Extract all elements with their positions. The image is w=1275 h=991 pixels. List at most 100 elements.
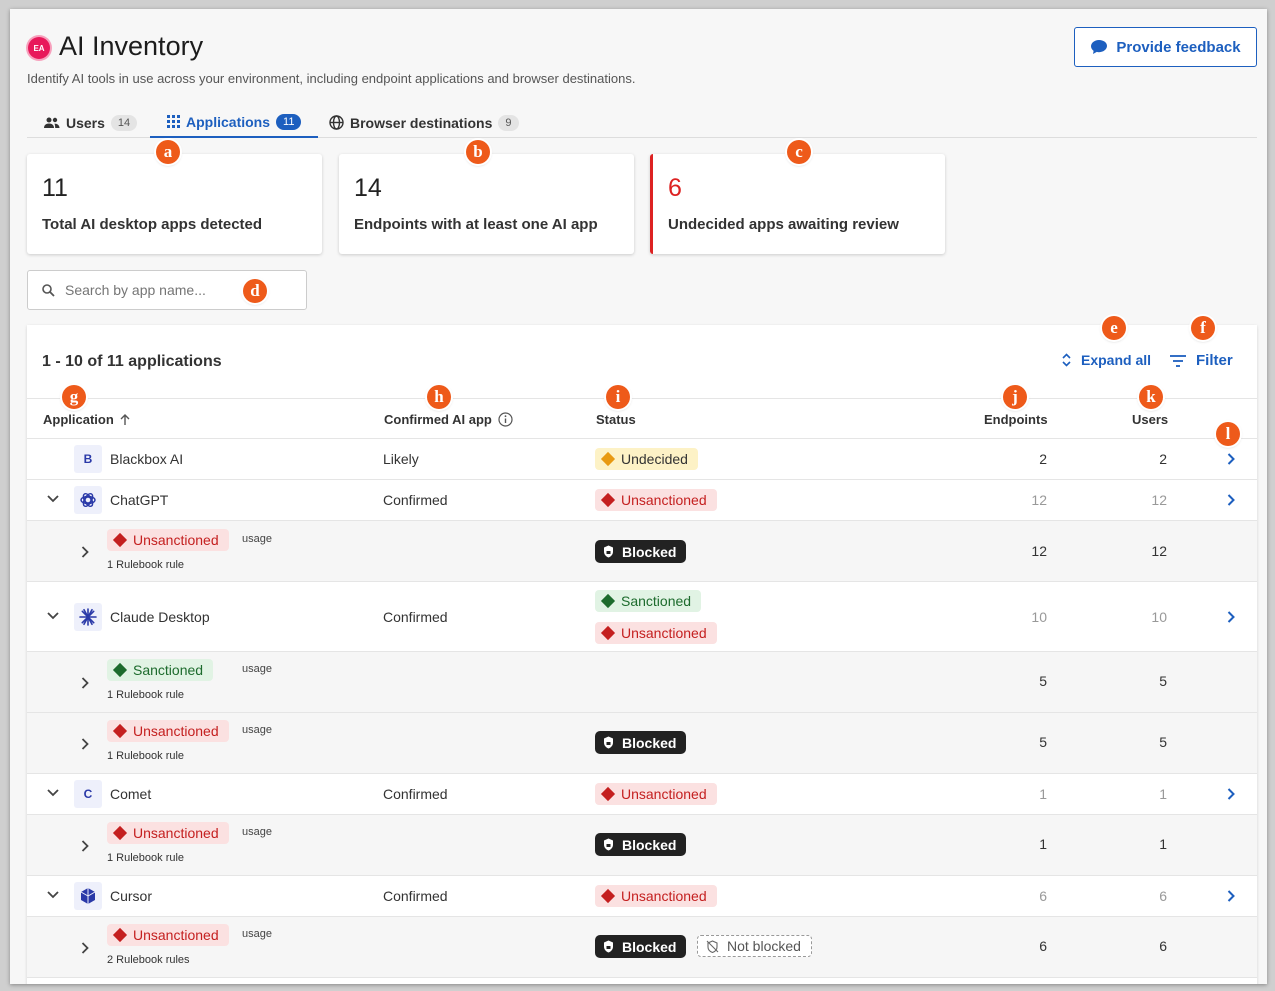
table-row-rule[interactable]: Unsanctioned usage 2 Rulebook rules Bloc… — [27, 917, 1257, 978]
chevron-right-icon[interactable] — [1227, 890, 1235, 902]
search-input[interactable] — [65, 282, 265, 298]
stat-card-endpoints: 14 Endpoints with at least one AI app — [339, 154, 634, 254]
stat-label: Undecided apps awaiting review — [668, 216, 899, 233]
app-name: Comet — [110, 786, 152, 802]
blocked-badge: Blocked — [595, 833, 687, 856]
users-value: 5 — [1159, 734, 1167, 750]
policy-badge: Unsanctioned — [107, 529, 229, 551]
expand-collapse-icon — [1062, 353, 1071, 367]
stat-card-total-apps: 11 Total AI desktop apps detected — [27, 154, 322, 254]
column-status-label: Status — [596, 412, 636, 427]
column-status[interactable]: Status — [596, 412, 636, 427]
chevron-right-icon[interactable] — [1227, 494, 1235, 506]
shield-off-icon — [706, 939, 719, 953]
confirmed-value: Confirmed — [383, 888, 448, 904]
status-label: Unsanctioned — [621, 625, 707, 641]
chevron-down-icon[interactable] — [47, 612, 59, 620]
chevron-right-icon[interactable] — [81, 942, 89, 954]
users-value: 1 — [1159, 836, 1167, 852]
chevron-right-icon[interactable] — [81, 546, 89, 558]
comet-logo-icon: C — [74, 780, 102, 808]
chevron-right-icon[interactable] — [81, 677, 89, 689]
policy-label: Unsanctioned — [133, 825, 219, 841]
column-application[interactable]: Application — [43, 412, 130, 427]
info-icon[interactable] — [498, 412, 513, 427]
annotation-marker-k: k — [1139, 385, 1163, 409]
chevron-down-icon[interactable] — [47, 495, 59, 503]
endpoints-value: 1 — [1039, 836, 1047, 852]
column-users[interactable]: Users — [1132, 412, 1168, 427]
status-label: Sanctioned — [621, 593, 692, 609]
cursor-logo-icon — [74, 882, 102, 910]
table-row-rule[interactable]: Unsanctioned usage 1 Rulebook rule Block… — [27, 713, 1257, 774]
ea-logo-icon: EA — [28, 37, 50, 59]
tab-applications-label: Applications — [186, 113, 271, 130]
annotation-marker-a: a — [156, 140, 180, 164]
column-confirmed[interactable]: Confirmed AI app — [384, 412, 513, 427]
annotation-marker-c: c — [787, 140, 811, 164]
endpoints-value: 6 — [1039, 888, 1047, 904]
endpoints-value: 10 — [1031, 609, 1047, 625]
endpoints-value: 2 — [1039, 451, 1047, 467]
endpoints-value: 12 — [1031, 543, 1047, 559]
view-tabs: Users 14 Applications 11 Browser destina… — [27, 107, 1257, 138]
diamond-icon — [600, 786, 616, 802]
stat-card-undecided[interactable]: 6 Undecided apps awaiting review — [650, 154, 945, 254]
table-row[interactable]: Claude Desktop Confirmed Sanctioned Unsa… — [27, 582, 1257, 652]
lock-shield-icon — [604, 838, 613, 851]
tab-applications[interactable]: Applications 11 — [150, 107, 319, 138]
table-row-rule[interactable]: Sanctioned usage 1 Rulebook rule 5 5 — [27, 652, 1257, 713]
blocked-label: Blocked — [622, 734, 677, 751]
chevron-right-icon[interactable] — [81, 738, 89, 750]
annotation-marker-i: i — [606, 385, 630, 409]
tab-browser-destinations[interactable]: Browser destinations 9 — [329, 107, 519, 138]
diamond-icon — [112, 825, 128, 841]
table-row-rule[interactable]: Unsanctioned usage 1 Rulebook rule Block… — [27, 521, 1257, 582]
table-row[interactable]: B Blackbox AI Likely Undecided 2 2 — [27, 439, 1257, 480]
claude-logo-icon — [74, 603, 102, 631]
grid-icon — [167, 115, 180, 128]
tab-applications-count: 11 — [276, 113, 302, 130]
expand-all-button[interactable]: Expand all — [1062, 352, 1151, 368]
rulebook-rule-count: 1 Rulebook rule — [107, 852, 185, 864]
annotation-marker-g: g — [62, 385, 86, 409]
chevron-right-icon[interactable] — [81, 840, 89, 852]
table-row[interactable]: C Comet Confirmed Unsanctioned 1 1 — [27, 774, 1257, 815]
policy-badge: Unsanctioned — [107, 924, 229, 946]
endpoints-value: 1 — [1039, 786, 1047, 802]
tab-browser-destinations-label: Browser destinations — [350, 114, 493, 131]
chevron-right-icon[interactable] — [1227, 788, 1235, 800]
diamond-icon — [600, 492, 616, 508]
chevron-right-icon[interactable] — [1227, 453, 1235, 465]
stat-value: 6 — [668, 174, 682, 202]
provide-feedback-button[interactable]: Provide feedback — [1074, 27, 1257, 67]
table-row-rule[interactable]: Unsanctioned usage 1 Rulebook rule Block… — [27, 815, 1257, 876]
chevron-down-icon[interactable] — [47, 789, 59, 797]
chevron-right-icon[interactable] — [1227, 611, 1235, 623]
page-title: AI Inventory — [59, 31, 204, 61]
lock-shield-icon — [604, 940, 613, 953]
confirmed-value: Confirmed — [383, 786, 448, 802]
not-blocked-badge: Not blocked — [697, 935, 812, 957]
column-users-label: Users — [1132, 412, 1169, 427]
rulebook-rule-count: 2 Rulebook rules — [107, 954, 190, 966]
chatgpt-logo-icon — [74, 486, 102, 514]
not-blocked-label: Not blocked — [727, 938, 801, 954]
filter-button[interactable]: Filter — [1170, 352, 1233, 369]
search-icon — [42, 283, 55, 297]
users-value: 5 — [1159, 673, 1167, 689]
stat-value: 11 — [42, 174, 68, 202]
blocked-label: Blocked — [622, 938, 677, 955]
endpoints-value: 12 — [1031, 492, 1047, 508]
rulebook-rule-count: 1 Rulebook rule — [107, 689, 185, 701]
chevron-down-icon[interactable] — [47, 891, 59, 899]
tab-users-count: 14 — [110, 114, 138, 131]
confirmed-value: Confirmed — [383, 609, 448, 625]
tab-users[interactable]: Users 14 — [44, 107, 138, 138]
sort-ascending-icon — [120, 413, 130, 425]
column-endpoints[interactable]: Endpoints — [984, 412, 1048, 427]
table-row[interactable]: ChatGPT Confirmed Unsanctioned 12 12 — [27, 480, 1257, 521]
table-row[interactable]: Cursor Confirmed Unsanctioned 6 6 — [27, 876, 1257, 917]
column-confirmed-label: Confirmed AI app — [384, 412, 492, 427]
table-header: Application Confirmed AI app Status Endp… — [27, 398, 1257, 439]
